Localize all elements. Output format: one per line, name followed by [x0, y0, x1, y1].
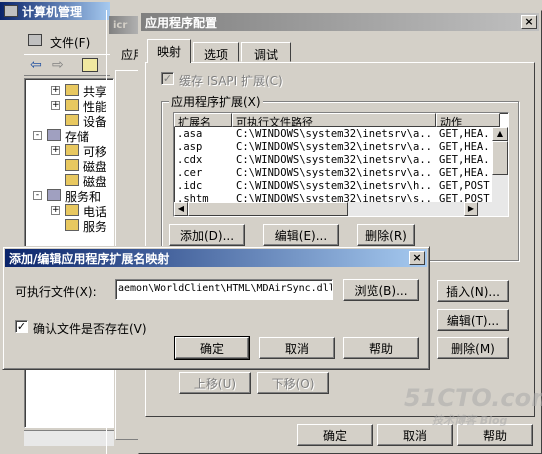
mmc-menu-icon[interactable] — [28, 34, 42, 46]
extension-row[interactable]: .cer C:\WINDOWS\system32\inetsrv\a... GET,… — [174, 167, 492, 180]
folder-share-icon — [65, 84, 79, 96]
insert-button[interactable]: 插入(N)... — [437, 280, 509, 302]
extension-row-verb: GET,POST — [439, 180, 490, 192]
dialog-help-button[interactable]: 帮助 — [343, 337, 419, 359]
extension-row-path: C:\WINDOWS\system32\inetsrv\a... — [236, 154, 432, 166]
mmc-titlebar: 计算机管理 — [0, 2, 110, 20]
tree-expander-icon[interactable]: - — [33, 131, 42, 140]
extension-row-ext: .asp — [177, 141, 203, 153]
dialog-close-icon[interactable]: × — [409, 251, 425, 265]
extension-row-ext: .idc — [177, 180, 203, 192]
col-extension-header[interactable]: 扩展名 — [174, 113, 232, 127]
performance-icon — [65, 99, 79, 111]
storage-icon — [47, 129, 61, 141]
edit-wildcard-button[interactable]: 编辑(T)... — [437, 309, 509, 331]
dialog-title: 添加/编辑应用程序扩展名映射 — [9, 251, 170, 266]
hscroll-right-icon[interactable]: ▶ — [464, 202, 478, 216]
exe-label: 可执行文件(X): — [15, 285, 97, 299]
extension-row[interactable]: .asa C:\WINDOWS\system32\inetsrv\a... GET,… — [174, 128, 492, 141]
extension-row[interactable]: .idc C:\WINDOWS\system32\inetsrv\h... GET,… — [174, 180, 492, 193]
extension-row-verb: GET,HEA... — [439, 128, 492, 140]
edit-button[interactable]: 编辑(E)... — [263, 224, 339, 246]
extensions-vscroll[interactable]: ▲ — [492, 127, 508, 203]
verify-file-checkbox[interactable]: ✓ — [15, 320, 28, 333]
back-icon[interactable]: ⇦ — [30, 57, 42, 73]
tab-mapping[interactable]: 映射 — [147, 39, 191, 63]
tree-expander-icon[interactable]: + — [51, 206, 60, 215]
up-folder-icon[interactable] — [82, 58, 98, 72]
extension-row-ext: .asa — [177, 128, 203, 140]
services-apps-icon — [47, 189, 61, 201]
app-config-titlebar: 应用程序配置 — [141, 13, 539, 31]
tab-debug[interactable]: 调试 — [241, 42, 291, 62]
move-down-button[interactable]: 下移(O) — [257, 372, 329, 394]
extension-row-ext: .cdx — [177, 154, 203, 166]
services-icon — [65, 219, 79, 231]
tab-options-label: 选项 — [203, 48, 228, 62]
app-extensions-label: 应用程序扩展(X) — [169, 93, 263, 110]
extension-row-path: C:\WINDOWS\system32\inetsrv\a... — [236, 141, 432, 153]
dialog-cancel-button[interactable]: 取消 — [259, 337, 335, 359]
disk-defrag-icon — [65, 159, 79, 171]
add-button[interactable]: 添加(D)... — [169, 224, 245, 246]
remove-button[interactable]: 删除(R) — [357, 224, 415, 246]
exe-input[interactable]: aemon\WorldClient\HTML\MDAirSync.dll — [115, 279, 333, 300]
removable-storage-icon — [65, 144, 79, 156]
tree-expander-icon[interactable]: + — [51, 101, 60, 110]
config-ok-button[interactable]: 确定 — [297, 424, 373, 446]
site-properties-title: icr — [113, 19, 128, 31]
mmc-title: 计算机管理 — [22, 4, 83, 19]
tree-expander-icon[interactable]: + — [51, 146, 60, 155]
extension-row-path: C:\WINDOWS\system32\inetsrv\a... — [236, 128, 432, 140]
telephony-icon — [65, 204, 79, 216]
vscroll-up-icon[interactable]: ▲ — [492, 127, 508, 141]
move-up-button[interactable]: 上移(U) — [179, 372, 251, 394]
mmc-hscroll[interactable] — [24, 430, 114, 446]
menu-file[interactable]: 文件(F) — [50, 34, 90, 51]
forward-icon[interactable]: ⇨ — [52, 57, 64, 73]
extensions-list[interactable]: 扩展名 可执行文件路径 动作 .asa C:\WINDOWS\system32\i… — [173, 112, 509, 217]
cache-isapi-checkbox[interactable]: ✓ — [161, 72, 174, 85]
tree-expander-icon[interactable]: + — [51, 86, 60, 95]
app-config-close-icon[interactable]: × — [521, 15, 537, 29]
col-verbs-header[interactable]: 动作 — [436, 113, 500, 127]
watermark-tagline: 技术博客 Blog — [432, 414, 508, 427]
extension-row[interactable]: .cdx C:\WINDOWS\system32\inetsrv\a... GET,… — [174, 154, 492, 167]
extension-row-path: C:\WINDOWS\system32\inetsrv\a... — [236, 167, 432, 179]
remove-wildcard-button[interactable]: 删除(M) — [437, 337, 509, 359]
tab-options[interactable]: 选项 — [193, 42, 239, 62]
browse-button[interactable]: 浏览(B)... — [343, 279, 419, 301]
extensions-hscroll[interactable]: ◀ ▶ — [174, 202, 508, 216]
watermark: 51CTO.com 技术博客 Blog — [404, 384, 542, 428]
extension-row-verb: GET,HEA... — [439, 167, 492, 179]
add-edit-mapping-dialog: 添加/编辑应用程序扩展名映射 × 可执行文件(X): aemon\WorldCl… — [2, 246, 430, 370]
watermark-logo: 51CTO.com — [404, 384, 542, 412]
tab-mapping-label: 映射 — [156, 45, 181, 59]
dialog-titlebar: 添加/编辑应用程序扩展名映射 — [5, 249, 427, 267]
tree-expander-icon[interactable]: - — [33, 191, 42, 200]
extension-row-ext: .cer — [177, 167, 203, 179]
extension-row-verb: GET,HEA... — [439, 154, 492, 166]
tab-debug-label: 调试 — [253, 48, 278, 62]
exe-input-value: aemon\WorldClient\HTML\MDAirSync.dll — [118, 283, 333, 294]
mmc-icon — [4, 5, 18, 17]
mmc-toolbar: ⇦ ⇨ — [24, 54, 110, 76]
verify-file-label: 确认文件是否存在(V) — [33, 322, 147, 336]
extension-row-path: C:\WINDOWS\system32\inetsrv\h... — [236, 180, 432, 192]
disk-management-icon — [65, 174, 79, 186]
extension-row-verb: GET,HEA... — [439, 141, 492, 153]
extension-row[interactable]: .asp C:\WINDOWS\system32\inetsrv\a... GET,… — [174, 141, 492, 154]
cache-isapi-label: 缓存 ISAPI 扩展(C) — [179, 74, 283, 88]
device-icon — [65, 114, 79, 126]
hscroll-thumb[interactable] — [188, 202, 348, 216]
hscroll-left-icon[interactable]: ◀ — [174, 202, 188, 216]
vscroll-thumb[interactable] — [492, 141, 508, 175]
app-config-title: 应用程序配置 — [145, 15, 218, 30]
tree-item[interactable]: 服务 — [83, 218, 107, 235]
col-path-header[interactable]: 可执行文件路径 — [232, 113, 436, 127]
dialog-ok-button[interactable]: 确定 — [174, 336, 250, 360]
